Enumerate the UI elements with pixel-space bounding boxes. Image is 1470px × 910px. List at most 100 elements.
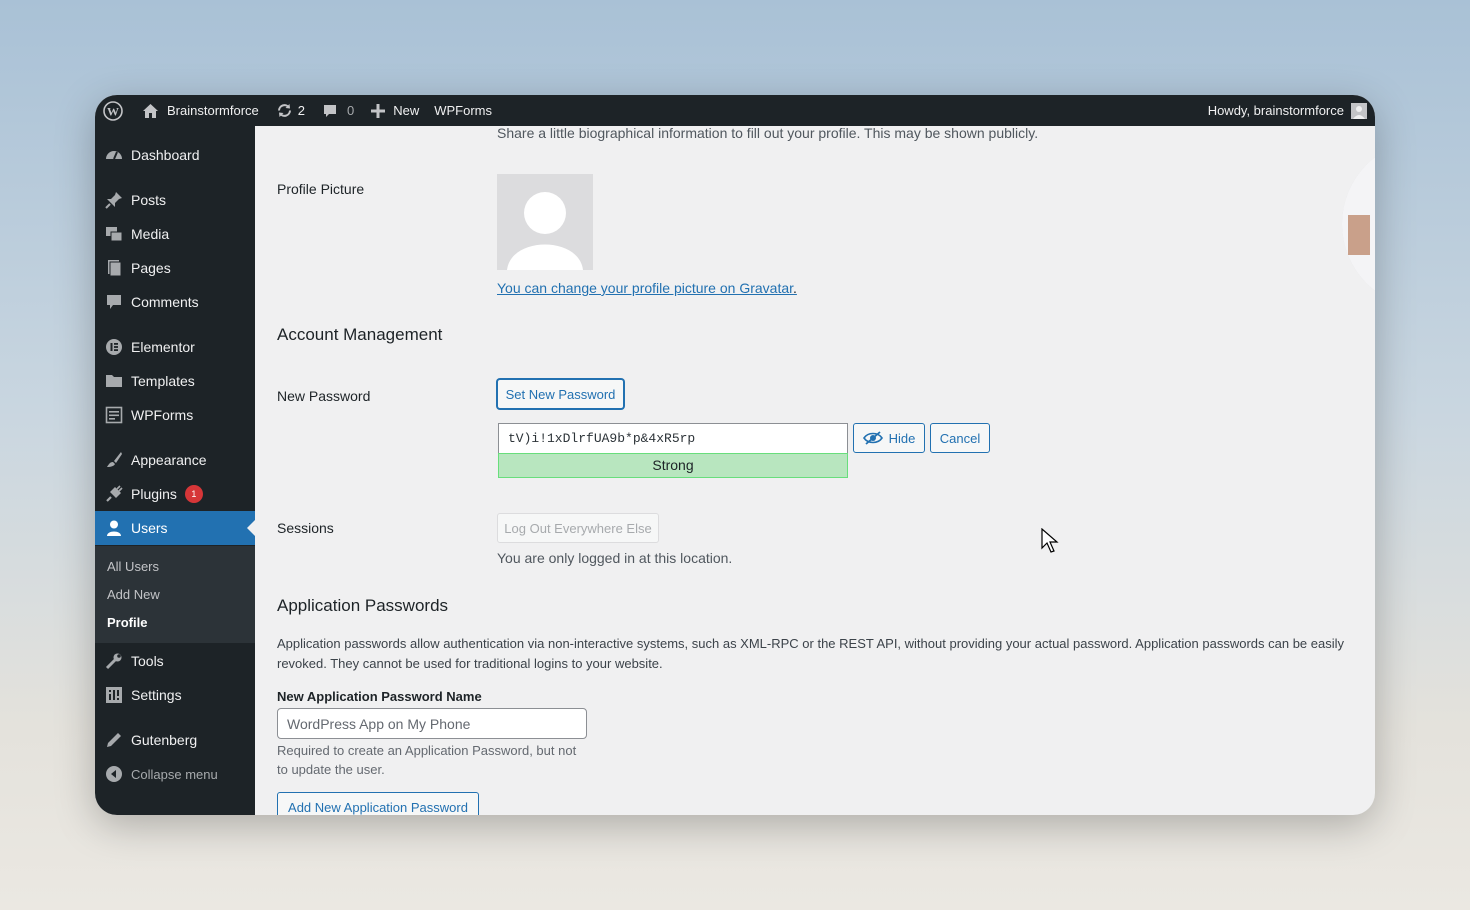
folder-icon — [104, 371, 124, 391]
profile-picture-label: Profile Picture — [277, 181, 365, 197]
brush-icon — [104, 450, 124, 470]
updates-count: 2 — [297, 103, 305, 118]
mouse-cursor-icon — [1041, 527, 1059, 557]
add-application-password-button[interactable]: Add New Application Password — [277, 792, 479, 815]
menu-users[interactable]: Users — [95, 511, 255, 545]
menu-pages[interactable]: Pages — [95, 251, 255, 285]
menu-media[interactable]: Media — [95, 217, 255, 251]
menu-label: Media — [131, 226, 170, 242]
elementor-icon — [104, 337, 124, 357]
pin-icon — [104, 190, 124, 210]
menu-label: Pages — [131, 260, 171, 276]
comment-bubble-icon — [322, 103, 338, 119]
password-field[interactable]: tV)i!1xDlrfUA9b*p&4xR5rp — [498, 423, 848, 453]
comments-link[interactable]: 0 — [312, 95, 361, 126]
users-submenu: All Users Add New Profile — [95, 546, 255, 643]
app-password-name-input[interactable]: WordPress App on My Phone — [277, 708, 587, 739]
menu-wpforms[interactable]: WPForms — [95, 398, 255, 432]
menu-templates[interactable]: Templates — [95, 364, 255, 398]
user-icon — [104, 518, 124, 538]
updates-link[interactable]: 2 — [266, 95, 312, 126]
hide-label: Hide — [888, 430, 916, 446]
menu-label: Elementor — [131, 339, 195, 355]
menu-comments[interactable]: Comments — [95, 285, 255, 319]
log-out-everywhere-button[interactable]: Log Out Everywhere Else — [497, 513, 659, 543]
howdy-text: Howdy, brainstormforce — [1207, 103, 1344, 118]
wpforms-link[interactable]: WPForms — [426, 95, 499, 126]
gravatar-link[interactable]: You can change your profile picture on G… — [497, 280, 797, 296]
account-menu[interactable]: Howdy, brainstormforce — [1207, 102, 1375, 119]
eye-slash-icon — [862, 431, 883, 445]
menu-label: Dashboard — [131, 147, 200, 163]
menu-label: Users — [131, 520, 168, 536]
wpforms-label: WPForms — [434, 103, 493, 118]
dashboard-icon — [104, 145, 124, 165]
update-count-badge: 1 — [184, 485, 203, 503]
collapse-label: Collapse menu — [131, 766, 218, 782]
cancel-password-button[interactable]: Cancel — [930, 423, 990, 453]
menu-elementor[interactable]: Elementor — [95, 330, 255, 364]
site-name: Brainstormforce — [167, 103, 259, 118]
sessions-description: You are only logged in at this location. — [497, 550, 733, 566]
application-passwords-heading: Application Passwords — [277, 596, 449, 615]
submenu-profile[interactable]: Profile — [107, 615, 147, 630]
menu-label: Plugins — [131, 486, 177, 502]
pencil-icon — [104, 730, 124, 750]
menu-label: Posts — [131, 192, 167, 208]
new-password-label: New Password — [277, 388, 371, 404]
menu-label: WPForms — [131, 407, 194, 423]
admin-sidebar: Dashboard Posts Media Pages Comments Ele… — [95, 126, 255, 815]
collapse-menu-button[interactable]: Collapse menu — [95, 757, 255, 791]
home-icon — [142, 103, 159, 119]
profile-content: Share a little biographical information … — [255, 125, 1375, 815]
menu-gutenberg[interactable]: Gutenberg — [95, 723, 255, 757]
bio-description: Share a little biographical information … — [497, 125, 1039, 141]
comments-count: 0 — [346, 103, 355, 118]
presenter-webcam-overlay — [1342, 140, 1375, 308]
app-password-name-label: New Application Password Name — [277, 689, 482, 704]
menu-dashboard[interactable]: Dashboard — [95, 138, 255, 172]
menu-appearance[interactable]: Appearance — [95, 443, 255, 477]
set-new-password-button[interactable]: Set New Password — [497, 379, 624, 409]
menu-posts[interactable]: Posts — [95, 183, 255, 217]
app-password-help-text: Required to create an Application Passwo… — [277, 743, 577, 777]
menu-label: Comments — [131, 294, 199, 310]
menu-label: Templates — [131, 373, 195, 389]
gravatar-link-text[interactable]: You can change your profile picture on G… — [497, 280, 793, 296]
password-strength-indicator: Strong — [498, 453, 848, 478]
menu-label: Gutenberg — [131, 732, 198, 748]
profile-avatar — [497, 174, 593, 270]
new-label: New — [393, 103, 420, 118]
admin-bar: W Brainstormforce 2 0 New WPForms Howdy,… — [95, 95, 1375, 126]
settings-icon — [104, 685, 124, 705]
menu-settings[interactable]: Settings — [95, 678, 255, 712]
menu-label: Tools — [131, 653, 164, 669]
submenu-add-new[interactable]: Add New — [107, 587, 160, 602]
application-passwords-description: Application passwords allow authenticati… — [277, 636, 1345, 671]
account-management-heading: Account Management — [277, 325, 443, 344]
wordpress-logo-icon[interactable]: W — [95, 95, 130, 126]
menu-label: Appearance — [131, 452, 207, 468]
new-content-link[interactable]: New — [361, 95, 426, 126]
gravatar-period: . — [793, 280, 797, 296]
user-avatar-icon — [1351, 102, 1367, 119]
hide-password-button[interactable]: Hide — [853, 423, 925, 453]
menu-tools[interactable]: Tools — [95, 644, 255, 678]
form-icon — [104, 405, 124, 425]
menu-label: Settings — [131, 687, 182, 703]
wrench-icon — [104, 651, 124, 671]
collapse-arrow-icon — [104, 764, 124, 784]
refresh-icon — [276, 102, 293, 119]
menu-plugins[interactable]: Plugins 1 — [95, 477, 255, 511]
submenu-all-users[interactable]: All Users — [107, 559, 159, 574]
svg-text:W: W — [107, 104, 119, 118]
plug-icon — [104, 484, 124, 504]
sessions-label: Sessions — [277, 520, 334, 536]
plus-icon — [371, 103, 386, 118]
comment-icon — [104, 292, 124, 312]
browser-window: W Brainstormforce 2 0 New WPForms Howdy,… — [95, 95, 1375, 815]
site-name-link[interactable]: Brainstormforce — [130, 95, 266, 126]
media-icon — [104, 224, 124, 244]
app-password-placeholder: WordPress App on My Phone — [287, 715, 471, 732]
pages-icon — [104, 258, 124, 278]
